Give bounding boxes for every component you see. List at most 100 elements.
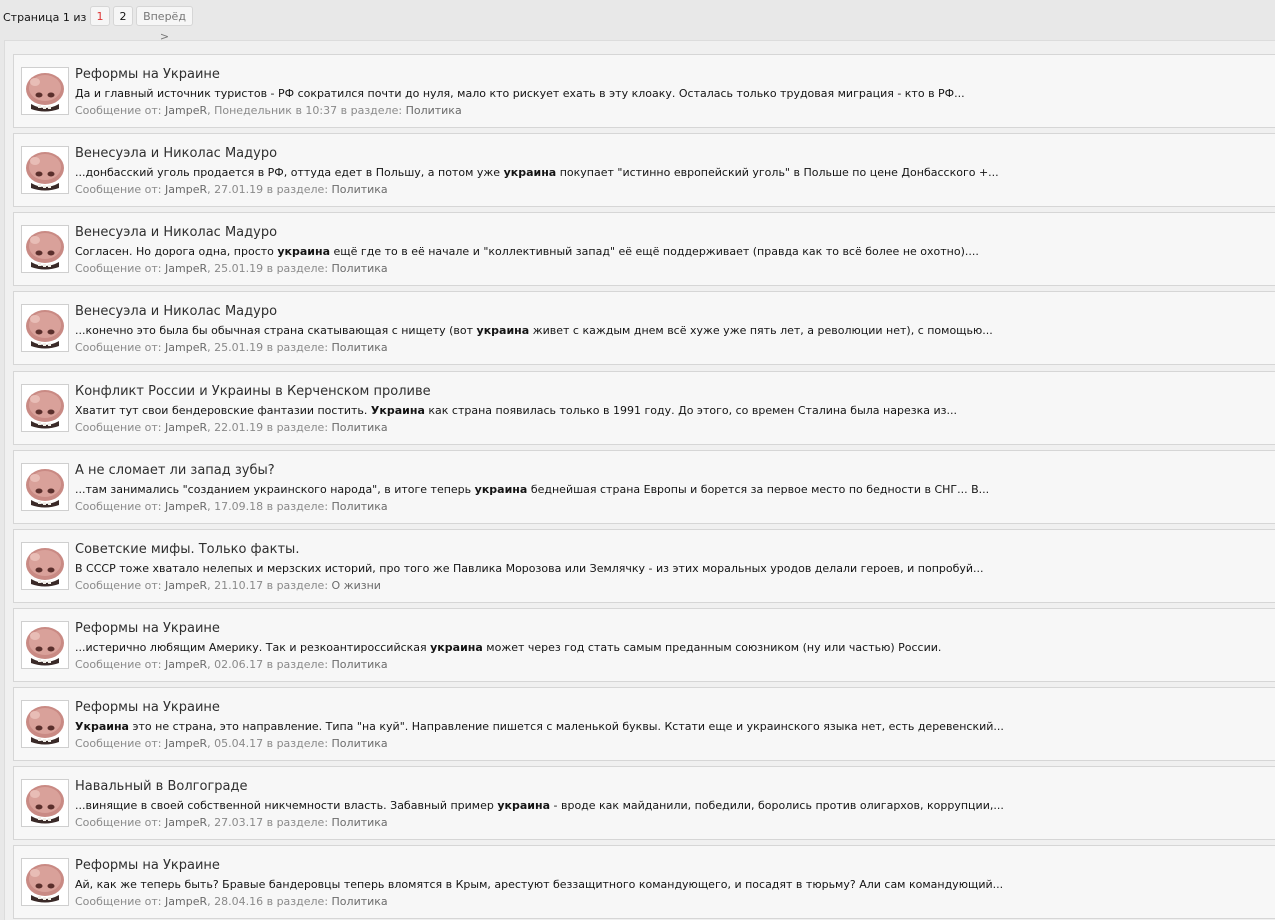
result-title-link[interactable]: Реформы на Украине (75, 858, 220, 873)
forum-link[interactable]: О жизни (332, 579, 381, 592)
avatar[interactable] (21, 384, 69, 432)
avatar[interactable] (21, 700, 69, 748)
result-meta: Сообщение от: JampeR, 05.04.17 в разделе… (75, 737, 388, 750)
meta-prefix: Сообщение от: (75, 183, 162, 196)
next-page-button[interactable]: Вперёд > (136, 6, 193, 43)
author-link[interactable]: JampeR (165, 816, 207, 829)
post-date: 02.06.17 (214, 658, 264, 671)
avatar[interactable] (21, 67, 69, 115)
result-meta: Сообщение от: JampeR, 27.03.17 в разделе… (75, 816, 388, 829)
page-2-button[interactable]: 2 (113, 6, 133, 26)
author-link[interactable]: JampeR (165, 658, 207, 671)
forum-link[interactable]: Политика (332, 658, 388, 671)
forum-link[interactable]: Политика (332, 183, 388, 196)
result-meta: Сообщение от: JampeR, 25.01.19 в разделе… (75, 262, 388, 275)
author-link[interactable]: JampeR (165, 183, 207, 196)
author-link[interactable]: JampeR (165, 579, 207, 592)
search-result-item: Венесуэла и Николас Мадуро Согласен. Но … (13, 212, 1275, 286)
snippet-highlight: украина (503, 166, 557, 179)
forum-link[interactable]: Политика (332, 262, 388, 275)
author-link[interactable]: JampeR (165, 421, 207, 434)
section-prefix: в разделе: (266, 183, 329, 196)
result-title-link[interactable]: Навальный в Волгограде (75, 779, 247, 794)
forum-link[interactable]: Политика (332, 737, 388, 750)
snippet-text-after: может через год стать самым преданным со… (482, 641, 942, 654)
meta-prefix: Сообщение от: (75, 816, 162, 829)
result-snippet: ...истерично любящим Америку. Так и резк… (75, 641, 941, 654)
result-snippet: ...там занимались "созданием украинского… (75, 483, 989, 496)
result-title-link[interactable]: Реформы на Украине (75, 700, 220, 715)
snippet-text-before: В СССР тоже хватало нелепых и мерзских и… (75, 562, 984, 575)
section-prefix: в разделе: (266, 579, 329, 592)
forum-link[interactable]: Политика (332, 341, 388, 354)
snippet-text-after: ещё где то в её начале и "коллективный з… (330, 245, 979, 258)
result-title-link[interactable]: Советские мифы. Только факты. (75, 542, 299, 557)
author-link[interactable]: JampeR (165, 262, 207, 275)
pig-snout-avatar-icon (22, 859, 68, 905)
avatar[interactable] (21, 225, 69, 273)
result-title-link[interactable]: Реформы на Украине (75, 621, 220, 636)
snippet-text-before: Ай, как же теперь быть? Бравые бандеровц… (75, 878, 1004, 891)
avatar[interactable] (21, 779, 69, 827)
forum-link[interactable]: Политика (406, 104, 462, 117)
pig-snout-avatar-icon (22, 305, 68, 351)
pig-snout-avatar-icon (22, 622, 68, 668)
search-result-item: Конфликт России и Украины в Керченском п… (13, 371, 1275, 445)
result-title-link[interactable]: Венесуэла и Николас Мадуро (75, 146, 277, 161)
result-snippet: В СССР тоже хватало нелепых и мерзских и… (75, 562, 984, 575)
meta-prefix: Сообщение от: (75, 579, 162, 592)
forum-link[interactable]: Политика (332, 421, 388, 434)
snippet-text-before: ...там занимались "созданием украинского… (75, 483, 475, 496)
result-meta: Сообщение от: JampeR, 17.09.18 в разделе… (75, 500, 388, 513)
forum-link[interactable]: Политика (332, 500, 388, 513)
result-snippet: ...конечно это была бы обычная страна ск… (75, 324, 993, 337)
search-result-item: Советские мифы. Только факты. В СССР тож… (13, 529, 1275, 603)
author-link[interactable]: JampeR (165, 737, 207, 750)
result-snippet: Хватит тут свои бендеровские фантазии по… (75, 404, 957, 417)
pagination: Страница 1 из 2 1 2 Вперёд > (0, 0, 1275, 43)
avatar[interactable] (21, 146, 69, 194)
search-result-item: Реформы на Украине Да и главный источник… (13, 54, 1275, 128)
snippet-text-before: Хватит тут свои бендеровские фантазии по… (75, 404, 371, 417)
result-title-link[interactable]: Венесуэла и Николас Мадуро (75, 225, 277, 240)
result-title-link[interactable]: Конфликт России и Украины в Керченском п… (75, 384, 431, 399)
meta-prefix: Сообщение от: (75, 341, 162, 354)
avatar[interactable] (21, 858, 69, 906)
section-prefix: в разделе: (266, 816, 329, 829)
author-link[interactable]: JampeR (165, 500, 207, 513)
author-link[interactable]: JampeR (165, 895, 207, 908)
result-title-link[interactable]: А не сломает ли запад зубы? (75, 463, 275, 478)
post-date: 25.01.19 (214, 341, 264, 354)
forum-link[interactable]: Политика (332, 895, 388, 908)
result-meta: Сообщение от: JampeR, 28.04.16 в разделе… (75, 895, 388, 908)
result-snippet: Согласен. Но дорога одна, просто украина… (75, 245, 979, 258)
meta-prefix: Сообщение от: (75, 658, 162, 671)
result-meta: Сообщение от: JampeR, 25.01.19 в разделе… (75, 341, 388, 354)
section-prefix: в разделе: (266, 895, 329, 908)
result-meta: Сообщение от: JampeR, Понедельник в 10:3… (75, 104, 462, 117)
pig-snout-avatar-icon (22, 543, 68, 589)
snippet-highlight: украина (277, 245, 331, 258)
author-link[interactable]: JampeR (165, 341, 207, 354)
post-date: 22.01.19 (214, 421, 264, 434)
page-1-button[interactable]: 1 (90, 6, 110, 26)
result-snippet: ...винящие в своей собственной никчемнос… (75, 799, 1004, 812)
avatar[interactable] (21, 621, 69, 669)
snippet-highlight: Украина (370, 404, 425, 417)
snippet-text-after: - вроде как майданили, победили, боролис… (550, 799, 1004, 812)
avatar[interactable] (21, 542, 69, 590)
result-title-link[interactable]: Венесуэла и Николас Мадуро (75, 304, 277, 319)
author-link[interactable]: JampeR (165, 104, 207, 117)
avatar[interactable] (21, 304, 69, 352)
meta-prefix: Сообщение от: (75, 500, 162, 513)
snippet-text-after: покупает "истинно европейский уголь" в П… (556, 166, 999, 179)
result-title-link[interactable]: Реформы на Украине (75, 67, 220, 82)
result-snippet: Да и главный источник туристов - РФ сокр… (75, 87, 965, 100)
pig-snout-avatar-icon (22, 68, 68, 114)
result-meta: Сообщение от: JampeR, 21.10.17 в разделе… (75, 579, 381, 592)
avatar[interactable] (21, 463, 69, 511)
result-meta: Сообщение от: JampeR, 02.06.17 в разделе… (75, 658, 388, 671)
result-meta: Сообщение от: JampeR, 22.01.19 в разделе… (75, 421, 388, 434)
section-prefix: в разделе: (266, 262, 329, 275)
forum-link[interactable]: Политика (332, 816, 388, 829)
